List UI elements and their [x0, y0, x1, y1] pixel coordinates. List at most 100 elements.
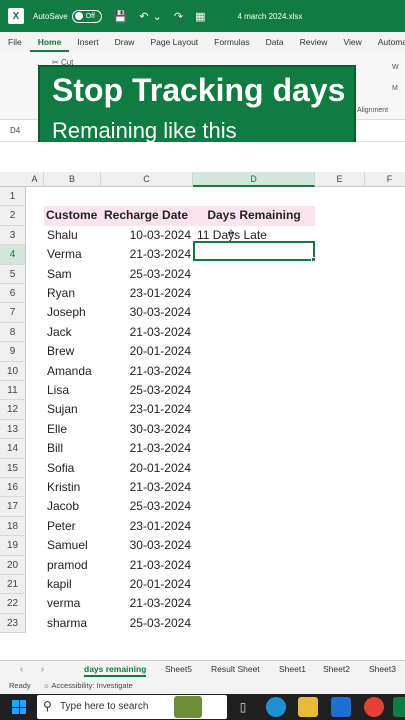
cell-customer-name[interactable]: Ryan	[44, 284, 101, 303]
row-header-10[interactable]: 10	[0, 361, 26, 381]
cell-days-remaining[interactable]	[193, 381, 315, 400]
form-icon[interactable]: ▦	[195, 10, 205, 23]
ribbon-tab-view[interactable]: View	[335, 32, 369, 52]
cell-days-remaining[interactable]	[193, 497, 315, 516]
cell-customer-name[interactable]: Joseph	[44, 303, 101, 322]
row-header-18[interactable]: 18	[0, 516, 26, 537]
task-view-icon[interactable]: ▯	[233, 697, 253, 717]
ribbon-tab-data[interactable]: Data	[258, 32, 292, 52]
header-cell-customer[interactable]: Custome	[44, 206, 101, 226]
cell-recharge-date[interactable]: 21-03-2024	[101, 478, 193, 497]
cell-days-remaining[interactable]	[193, 400, 315, 419]
cell-recharge-date[interactable]: 23-01-2024	[101, 284, 193, 303]
header-cell-recharge-date[interactable]: Recharge Date	[101, 206, 193, 226]
row-header-11[interactable]: 11	[0, 381, 26, 401]
cell-days-remaining[interactable]	[193, 459, 315, 478]
row-header-19[interactable]: 19	[0, 536, 26, 556]
cell-customer-name[interactable]: Brew	[44, 342, 101, 361]
cell-customer-name[interactable]: pramod	[44, 556, 101, 575]
cell-recharge-date[interactable]: 21-03-2024	[101, 594, 193, 613]
row-header-23[interactable]: 23	[0, 613, 26, 634]
news-widget-icon[interactable]	[174, 696, 202, 718]
cell-recharge-date[interactable]: 10-03-2024	[101, 226, 193, 245]
cell-days-remaining[interactable]	[193, 323, 315, 342]
ribbon-tab-draw[interactable]: Draw	[107, 32, 143, 52]
cell-days-remaining[interactable]	[193, 303, 315, 322]
cell-customer-name[interactable]: Jacob	[44, 497, 101, 516]
cell-customer-name[interactable]: verma	[44, 594, 101, 613]
row-header-22[interactable]: 22	[0, 594, 26, 614]
cell-days-remaining[interactable]	[193, 265, 315, 284]
chrome-browser-icon[interactable]	[364, 697, 384, 717]
edge-browser-icon[interactable]	[266, 697, 286, 717]
accessibility-status[interactable]: ☼ Accessibility: Investigate	[43, 681, 133, 690]
undo-dropdown-icon[interactable]: ⌄	[153, 10, 162, 23]
column-header-b[interactable]: B	[44, 172, 101, 187]
windows-start-icon[interactable]	[12, 700, 26, 714]
row-header-14[interactable]: 14	[0, 439, 26, 459]
cell-days-remaining[interactable]	[193, 517, 315, 536]
cell-recharge-date[interactable]: 21-03-2024	[101, 362, 193, 381]
cell-recharge-date[interactable]: 20-01-2024	[101, 342, 193, 361]
row-header-6[interactable]: 6	[0, 284, 26, 304]
sheet-tab-sheet1[interactable]: Sheet1	[279, 664, 306, 674]
cell-days-remaining[interactable]	[193, 614, 315, 633]
sheet-tab-days-remaining[interactable]: days remaining	[84, 664, 147, 677]
cell-customer-name[interactable]: Sam	[44, 265, 101, 284]
cell-recharge-date[interactable]: 25-03-2024	[101, 265, 193, 284]
cell-recharge-date[interactable]: 20-01-2024	[101, 575, 193, 594]
row-header-16[interactable]: 16	[0, 478, 26, 498]
row-header-13[interactable]: 13	[0, 419, 26, 440]
sheet-tab-sheet2[interactable]: Sheet2	[323, 664, 350, 674]
sheet-tab-sheet5[interactable]: Sheet5	[165, 664, 192, 674]
cell-customer-name[interactable]: Shalu	[44, 226, 101, 245]
row-header-4[interactable]: 4	[0, 245, 26, 265]
ribbon-right-label-1[interactable]: W	[392, 64, 399, 71]
column-header-c[interactable]: C	[101, 172, 193, 187]
ribbon-tab-automate[interactable]: Automate	[370, 32, 405, 52]
cell-customer-name[interactable]: Bill	[44, 439, 101, 458]
fill-handle[interactable]	[311, 257, 316, 262]
cell-days-remaining[interactable]	[193, 362, 315, 381]
cell-recharge-date[interactable]: 25-03-2024	[101, 381, 193, 400]
ribbon-tab-home[interactable]: Home	[29, 32, 70, 52]
row-header-15[interactable]: 15	[0, 458, 26, 478]
cell-recharge-date[interactable]: 21-03-2024	[101, 439, 193, 458]
sheet-prev-icon[interactable]: ‹	[20, 664, 23, 674]
row-header-8[interactable]: 8	[0, 322, 26, 343]
cell-recharge-date[interactable]: 23-01-2024	[101, 400, 193, 419]
ribbon-tab-formulas[interactable]: Formulas	[206, 32, 257, 52]
row-header-17[interactable]: 17	[0, 497, 26, 517]
cell-days-remaining[interactable]	[193, 594, 315, 613]
row-header-20[interactable]: 20	[0, 555, 26, 575]
cell-customer-name[interactable]: Elle	[44, 420, 101, 439]
cell-days-remaining[interactable]	[193, 420, 315, 439]
cell-customer-name[interactable]: Samuel	[44, 536, 101, 555]
save-icon[interactable]: 💾	[114, 10, 128, 23]
column-header-e[interactable]: E	[315, 172, 365, 187]
ribbon-tab-insert[interactable]: Insert	[69, 32, 106, 52]
cell-recharge-date[interactable]: 21-03-2024	[101, 556, 193, 575]
cell-customer-name[interactable]: Verma	[44, 245, 101, 264]
active-cell-selection[interactable]	[193, 241, 315, 261]
row-header-21[interactable]: 21	[0, 575, 26, 595]
ribbon-right-label-2[interactable]: M	[392, 85, 398, 92]
row-header-2[interactable]: 2	[0, 206, 26, 226]
header-cell-days-remaining[interactable]: Days Remaining	[193, 206, 315, 226]
cell-days-remaining[interactable]	[193, 284, 315, 303]
mail-icon[interactable]	[331, 697, 351, 717]
ribbon-tab-page-layout[interactable]: Page Layout	[142, 32, 206, 52]
row-header-12[interactable]: 12	[0, 400, 26, 420]
sheet-tab-sheet3[interactable]: Sheet3	[369, 664, 396, 674]
sheet-tab-result-sheet[interactable]: Result Sheet	[211, 664, 260, 674]
cell-recharge-date[interactable]: 21-03-2024	[101, 323, 193, 342]
cell-recharge-date[interactable]: 25-03-2024	[101, 497, 193, 516]
redo-icon[interactable]: ↷	[174, 10, 183, 23]
cell-recharge-date[interactable]: 30-03-2024	[101, 420, 193, 439]
cell-recharge-date[interactable]: 20-01-2024	[101, 459, 193, 478]
row-header-3[interactable]: 3	[0, 225, 26, 246]
cell-recharge-date[interactable]: 21-03-2024	[101, 245, 193, 264]
cell-customer-name[interactable]: Jack	[44, 323, 101, 342]
cell-days-remaining[interactable]	[193, 478, 315, 497]
row-header-7[interactable]: 7	[0, 303, 26, 323]
